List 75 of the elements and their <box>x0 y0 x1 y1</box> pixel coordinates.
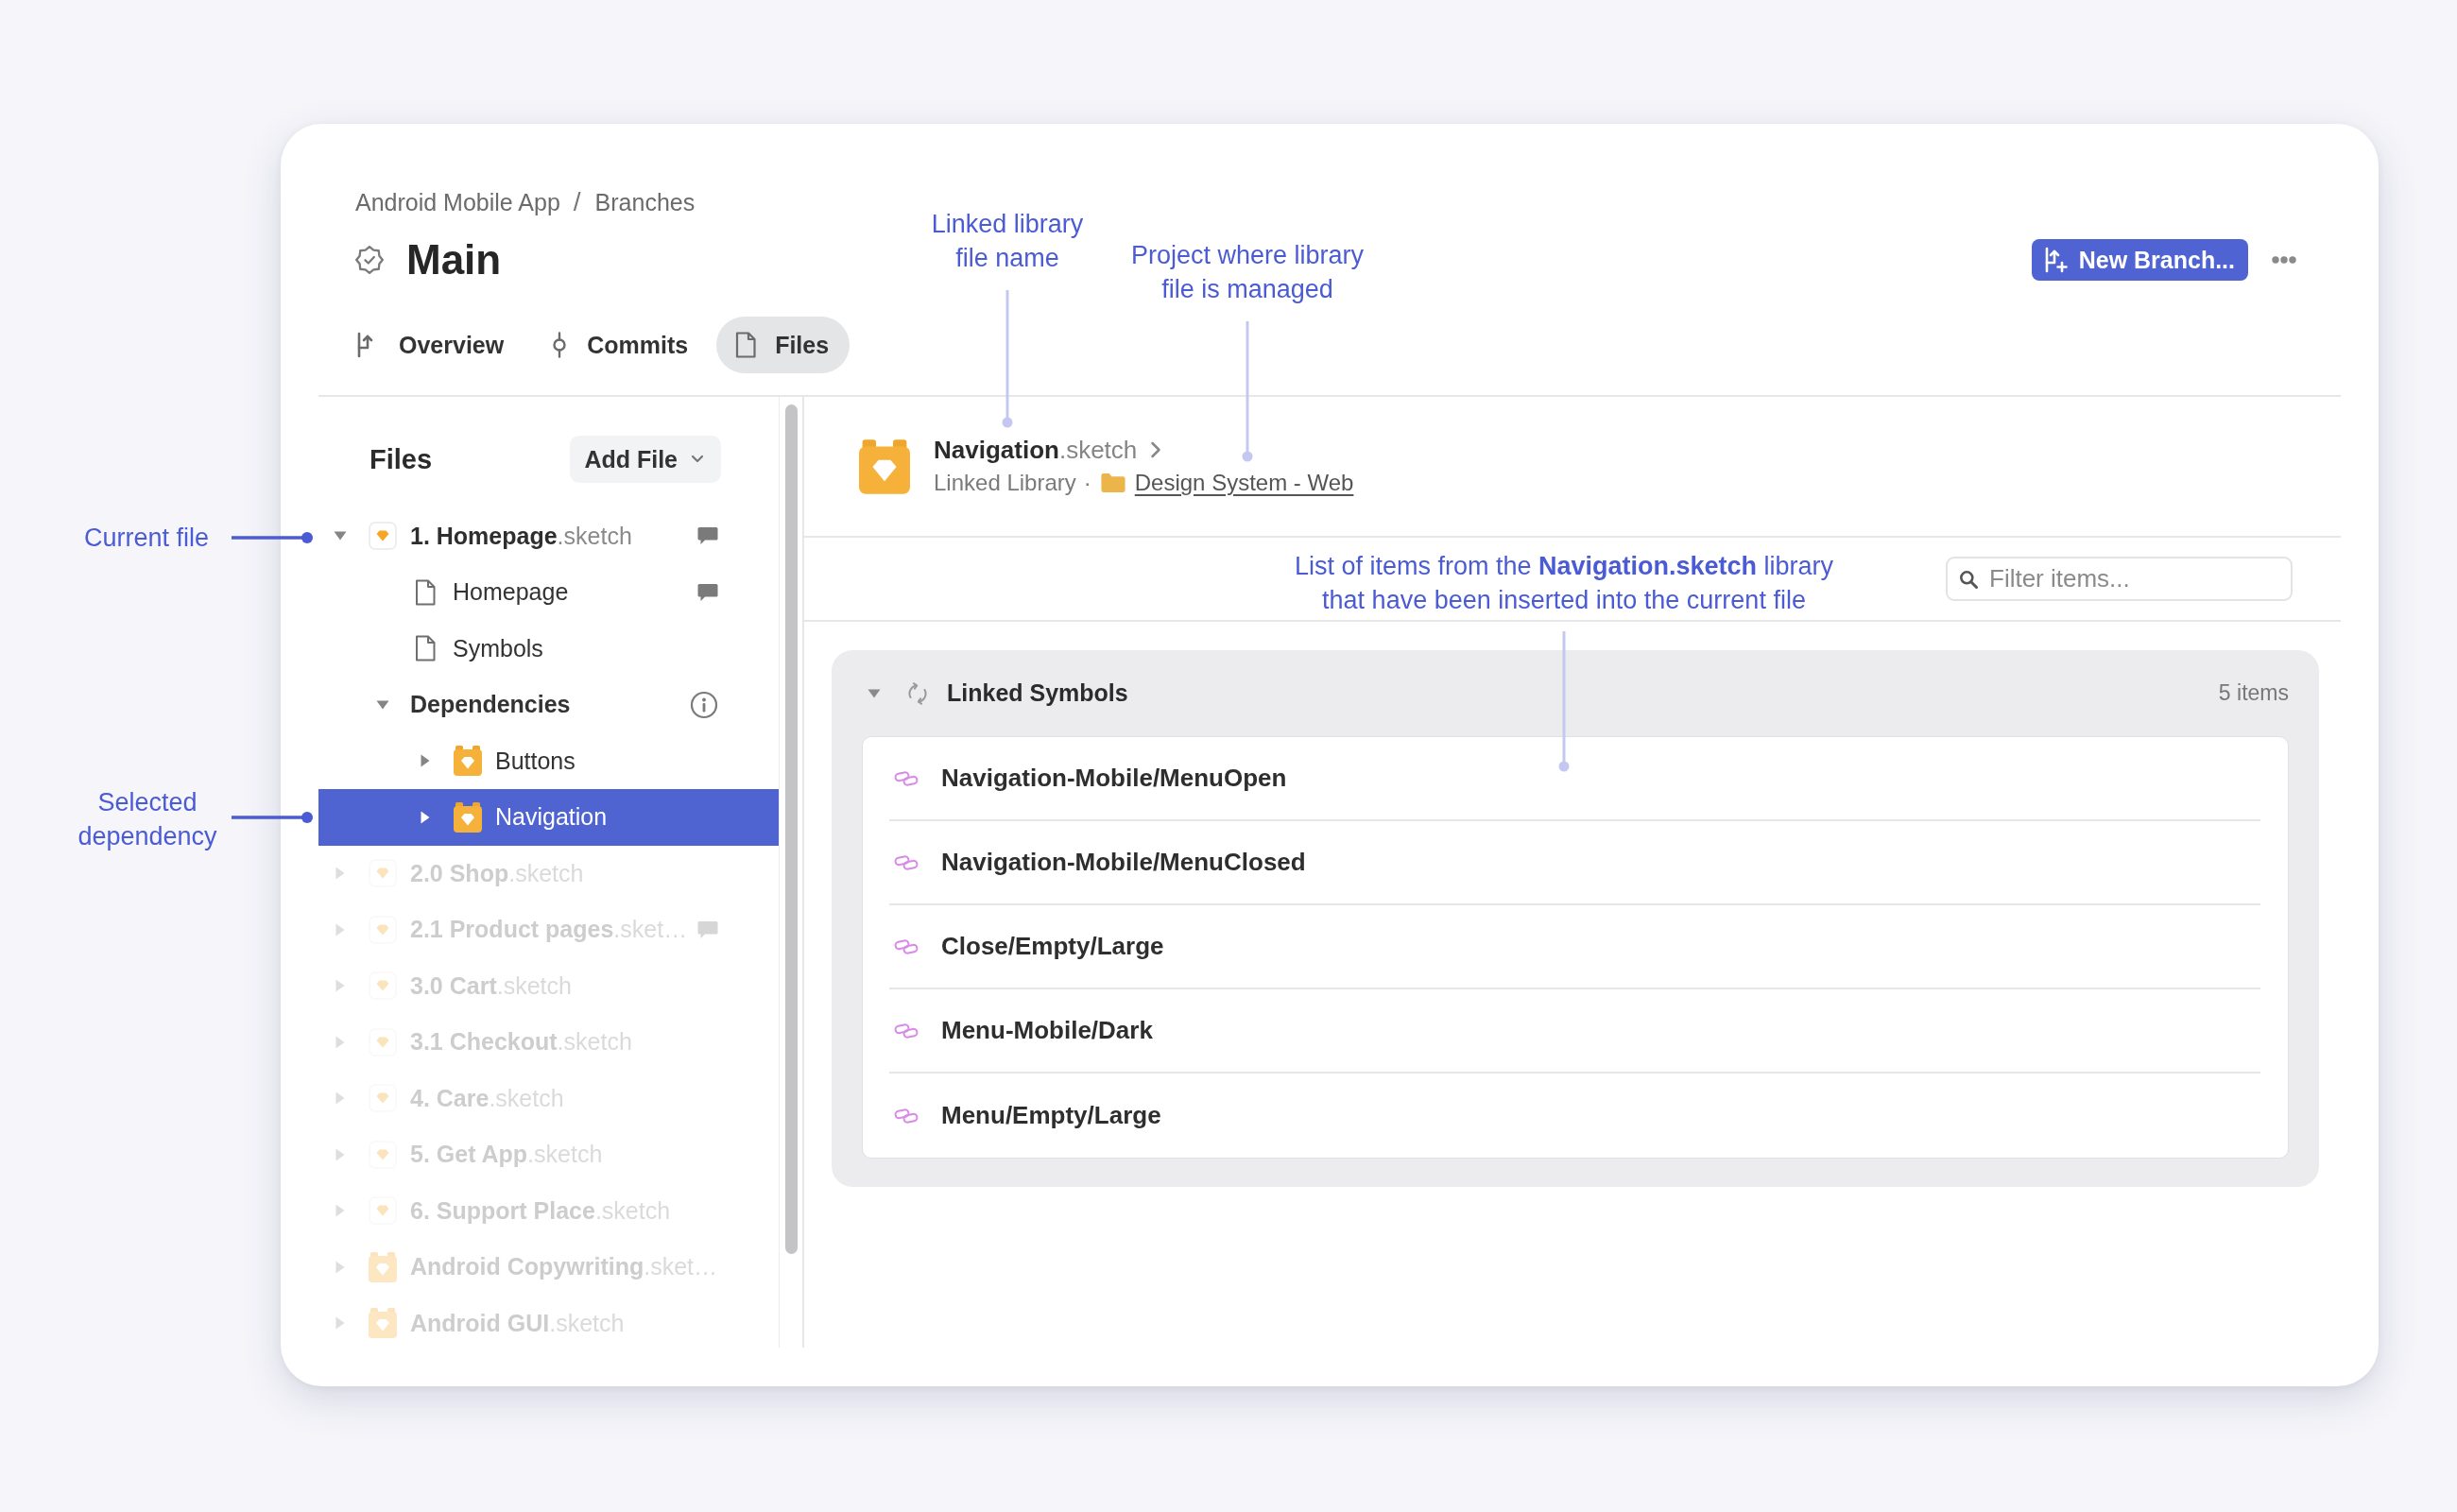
diamond-file-icon <box>368 522 397 551</box>
commit-icon <box>551 332 569 358</box>
link-icon <box>894 769 919 787</box>
new-branch-button[interactable]: New Branch... <box>2031 239 2248 281</box>
tree-row[interactable]: Navigation <box>318 789 779 846</box>
symbol-name[interactable]: Menu/Empty/Large <box>941 1101 1161 1130</box>
symbol-name[interactable]: Navigation-Mobile/MenuClosed <box>941 848 1306 877</box>
callout-text: Selected dependency <box>77 787 218 852</box>
library-file-name[interactable]: Navigation.sketch <box>934 435 1138 465</box>
search-icon <box>1959 570 1978 589</box>
tree-row[interactable]: 1. Homepage.sketch <box>318 507 779 564</box>
breadcrumb-separator: / <box>573 187 581 217</box>
link-icon <box>894 1107 919 1125</box>
tree-row[interactable]: Symbols <box>318 620 779 677</box>
more-icon[interactable] <box>2272 256 2296 264</box>
tree-row[interactable]: Homepage <box>318 564 779 621</box>
diamond-library-icon <box>453 801 482 833</box>
file-name: Navigation <box>495 803 608 832</box>
diamond-file-icon <box>368 1196 397 1226</box>
tab[interactable]: Overview <box>336 317 525 373</box>
badge-check-icon <box>355 246 384 274</box>
folder-icon <box>1099 472 1126 493</box>
link-icon <box>894 1022 919 1040</box>
diamond-library-icon <box>368 1251 397 1282</box>
chevron-right-icon[interactable] <box>1150 441 1162 458</box>
branch-title: Main <box>406 236 502 284</box>
section-label: Dependencies <box>410 691 571 719</box>
tab[interactable]: Files <box>716 317 850 373</box>
diamond-file-icon <box>368 1140 397 1169</box>
add-file-button[interactable]: Add File <box>570 436 721 483</box>
caret-icon[interactable] <box>333 531 347 541</box>
tab[interactable]: Commits <box>532 317 710 373</box>
sidebar-title: Files <box>369 443 433 475</box>
diamond-file-icon <box>368 1027 397 1057</box>
chevron-down-icon <box>691 455 704 464</box>
separator: · <box>1083 470 1091 496</box>
symbol-name[interactable]: Menu-Mobile/Dark <box>941 1016 1153 1045</box>
file-name: Homepage <box>453 578 569 607</box>
diamond-file-icon <box>368 915 397 944</box>
link-icon <box>894 937 919 955</box>
caret-icon[interactable] <box>420 810 430 824</box>
document-icon <box>735 332 757 358</box>
diamond-file-icon <box>368 971 397 1001</box>
scrollbar-thumb[interactable] <box>784 404 798 1254</box>
symbol-name[interactable]: Navigation-Mobile/MenuOpen <box>941 764 1287 793</box>
tree-row[interactable]: Dependencies <box>318 677 779 733</box>
filter-field[interactable]: Filter items... <box>1946 557 2293 601</box>
project-link[interactable]: Design System - Web <box>1134 470 1354 496</box>
callout-text: Current file <box>82 523 209 554</box>
breadcrumb-link[interactable]: Branches <box>594 188 696 216</box>
diamond-file-icon <box>368 859 397 888</box>
symbol-name[interactable]: Close/Empty/Large <box>941 932 1164 961</box>
diamond-library-icon <box>453 746 482 777</box>
library-type: Linked Library <box>934 470 1076 496</box>
page-icon <box>414 635 436 662</box>
diamond-library-icon <box>859 438 910 494</box>
section-title: Linked Symbols <box>947 679 1128 707</box>
breadcrumb-link[interactable]: Android Mobile App <box>355 188 560 216</box>
caret-icon[interactable] <box>868 688 881 698</box>
diamond-file-icon <box>368 1084 397 1113</box>
link-icon <box>894 853 919 871</box>
info-icon[interactable] <box>690 690 718 719</box>
page-icon <box>414 578 436 606</box>
tree-row[interactable]: Buttons <box>318 732 779 789</box>
file-name: Symbols <box>453 634 543 662</box>
callout-text: Linked library file name <box>930 209 1085 274</box>
caret-icon[interactable] <box>375 699 389 710</box>
file-name: 1. Homepage.sketch <box>410 522 632 550</box>
file-name: Buttons <box>495 747 576 775</box>
item-count: 5 items <box>2218 680 2289 706</box>
caret-icon[interactable] <box>420 754 430 768</box>
sync-icon <box>905 680 930 706</box>
diamond-library-icon <box>368 1308 397 1339</box>
callout-text: List of items from the Navigation.sketch library that have been inserted into the current file <box>1293 551 1835 616</box>
callout-text: Project where library file is managed <box>1129 240 1366 305</box>
